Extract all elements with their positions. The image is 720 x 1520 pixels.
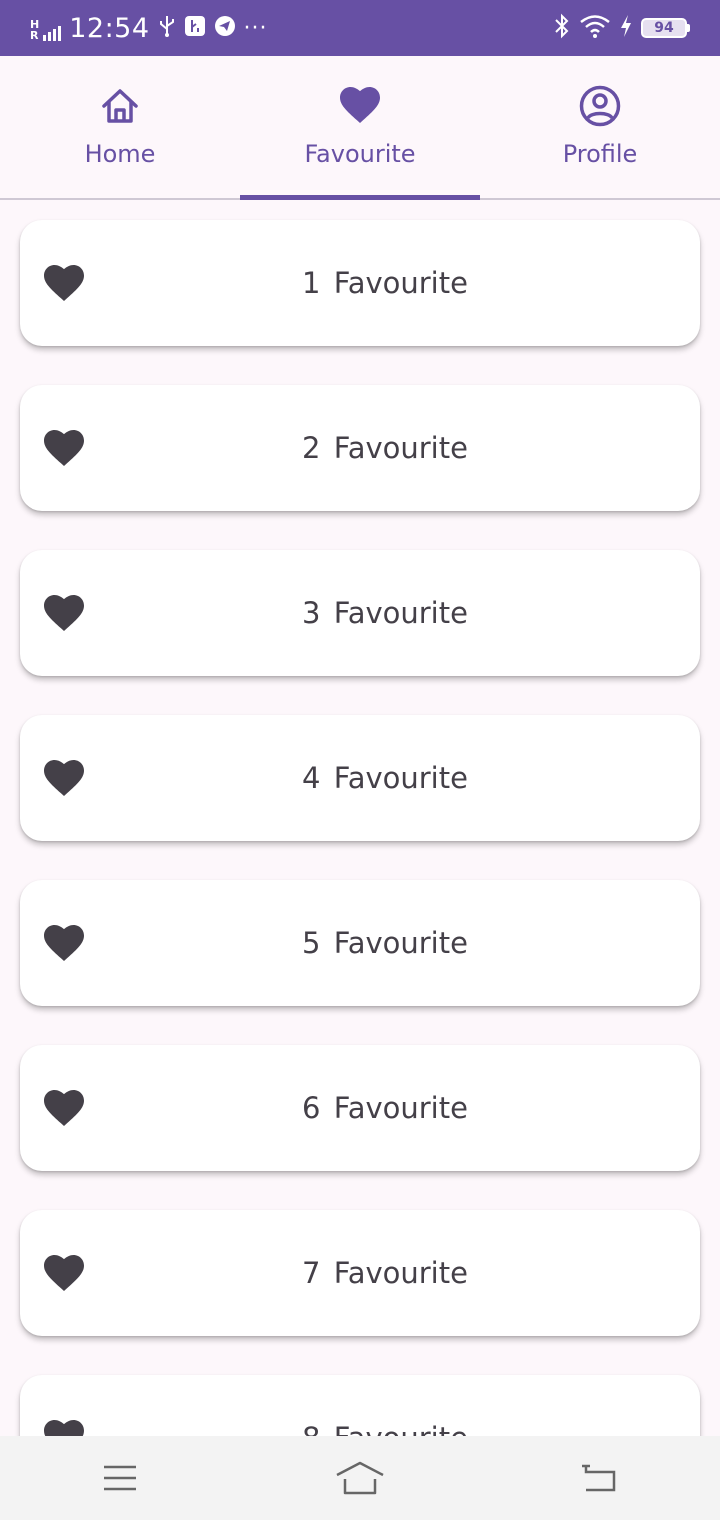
favourite-card[interactable]: 4 Favourite — [20, 715, 700, 841]
heart-icon[interactable] — [42, 592, 86, 632]
heart-icon[interactable] — [42, 1417, 86, 1436]
signal-icon: H R — [30, 15, 62, 42]
favourite-card-label: 1 Favourite — [20, 266, 700, 300]
heart-icon[interactable] — [42, 922, 86, 962]
more-dots-icon: ··· — [243, 15, 268, 41]
top-tab-bar: Home Favourite Profile — [0, 56, 720, 200]
favourite-card-label: 8 Favourite — [20, 1421, 700, 1436]
favourite-card-label: 4 Favourite — [20, 761, 700, 795]
heart-icon[interactable] — [42, 262, 86, 302]
back-icon — [582, 1464, 616, 1492]
favourite-number: 1 — [302, 266, 321, 300]
home-nav-icon — [336, 1461, 384, 1495]
favourite-card[interactable]: 5 Favourite — [20, 880, 700, 1006]
favourite-card-label: 6 Favourite — [20, 1091, 700, 1125]
favourite-card[interactable]: 8 Favourite — [20, 1375, 700, 1436]
favourite-number: 5 — [302, 926, 321, 960]
home-icon — [102, 89, 138, 123]
usb-icon — [158, 15, 176, 42]
favourite-text: Favourite — [333, 431, 468, 465]
favourite-text: Favourite — [333, 266, 468, 300]
usb-debug-icon — [184, 15, 206, 41]
favourite-number: 3 — [302, 596, 321, 630]
tab-favourite-label: Favourite — [304, 140, 416, 168]
status-bar-left: H R 12:54 ··· — [30, 13, 268, 44]
profile-icon — [579, 85, 621, 127]
battery-icon: 94 — [641, 18, 690, 38]
tab-home[interactable]: Home — [0, 56, 240, 198]
favourite-text: Favourite — [333, 1256, 468, 1290]
favourite-number: 8 — [302, 1421, 320, 1436]
heart-icon[interactable] — [42, 1087, 86, 1127]
bluetooth-icon — [553, 13, 571, 43]
status-bar: H R 12:54 ··· 94 — [0, 0, 720, 56]
wifi-icon — [579, 14, 611, 42]
favourite-text: Favourite — [333, 761, 468, 795]
favourite-text: Favourite — [333, 1091, 468, 1125]
heart-icon — [340, 87, 380, 123]
favourite-card[interactable]: 6 Favourite — [20, 1045, 700, 1171]
tab-profile[interactable]: Profile — [480, 56, 720, 198]
favourite-text: Favourite — [333, 926, 468, 960]
network-type-bottom: R — [30, 29, 39, 42]
favourite-text: Favourite — [334, 1421, 468, 1436]
back-nav-button[interactable] — [570, 1456, 630, 1500]
system-navigation-bar — [0, 1436, 720, 1520]
favourite-card[interactable]: 3 Favourite — [20, 550, 700, 676]
menu-icon — [104, 1465, 136, 1491]
battery-level: 94 — [654, 20, 674, 36]
favourite-card-label: 5 Favourite — [20, 926, 700, 960]
favourite-card[interactable]: 2 Favourite — [20, 385, 700, 511]
favourite-card-label: 7 Favourite — [20, 1256, 700, 1290]
favourite-number: 6 — [302, 1091, 321, 1125]
favourite-number: 2 — [302, 431, 321, 465]
telegram-icon — [214, 15, 236, 41]
tab-favourite[interactable]: Favourite — [240, 56, 480, 200]
favourite-card-label: 3 Favourite — [20, 596, 700, 630]
tab-home-label: Home — [84, 140, 156, 168]
tab-profile-label: Profile — [562, 140, 638, 168]
heart-icon[interactable] — [42, 1252, 86, 1292]
status-bar-right: 94 — [553, 13, 690, 43]
favourite-number: 4 — [302, 761, 321, 795]
favourite-card-label: 2 Favourite — [20, 431, 700, 465]
charging-icon — [619, 14, 633, 42]
favourite-card[interactable]: 7 Favourite — [20, 1210, 700, 1336]
favourite-text: Favourite — [333, 596, 468, 630]
status-time: 12:54 — [69, 12, 150, 44]
favourite-card[interactable]: 1 Favourite — [20, 220, 700, 346]
menu-button[interactable] — [90, 1456, 150, 1500]
home-nav-button[interactable] — [330, 1456, 390, 1500]
heart-icon[interactable] — [42, 427, 86, 467]
favourites-list[interactable]: 1 Favourite 2 Favourite 3 Favourite 4 Fa… — [0, 200, 720, 1436]
favourite-number: 7 — [302, 1256, 321, 1290]
heart-icon[interactable] — [42, 757, 86, 797]
